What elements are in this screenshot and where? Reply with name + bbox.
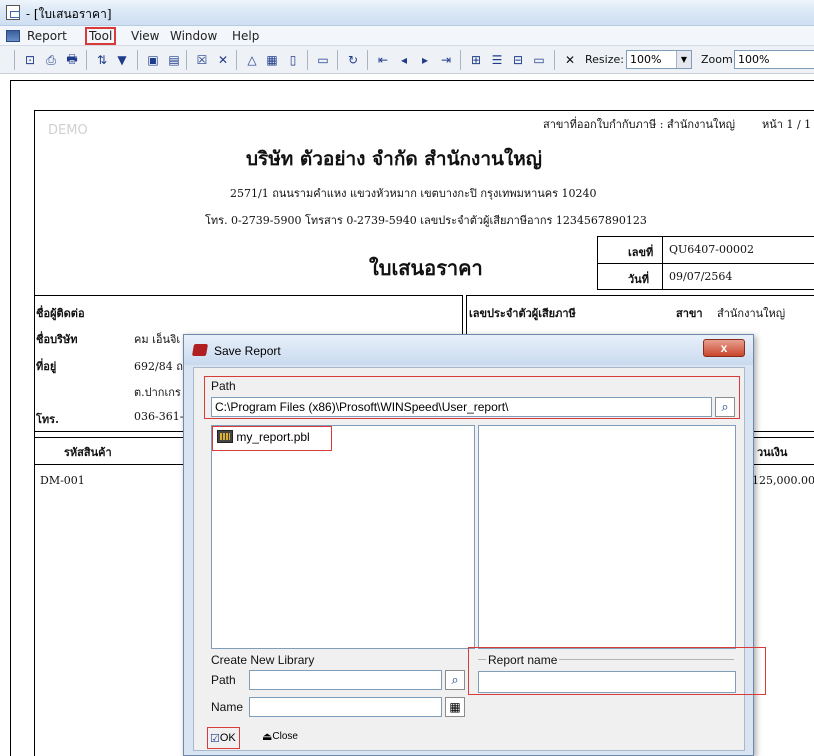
ok-button[interactable]: ☑ OK [207, 727, 240, 749]
date-label: วันที่ [628, 273, 649, 286]
two-pages-icon[interactable]: ⊟ [508, 50, 528, 70]
report-app-icon [6, 5, 20, 20]
menu-window[interactable]: Window [167, 28, 220, 44]
menu-view[interactable]: View [128, 28, 162, 44]
close-door-icon: ⏏ [262, 731, 273, 743]
chevron-down-icon[interactable]: ▼ [676, 51, 691, 68]
create-name-label: Name [211, 700, 244, 714]
layout-icon[interactable]: ⊞ [466, 50, 486, 70]
single-page-icon[interactable]: ▭ [529, 50, 549, 70]
library-list[interactable]: my_report.pbl [211, 425, 475, 649]
toolbar: ⊡ ⎙ 🖶 ⇅ ▼ ▣ ▤ ☒ ✕ △ ▦ ▯ ▭ ↻ ⇤ ◂ ▸ ⇥ ⊞ ☰ … [0, 46, 814, 74]
last-page-icon[interactable]: ⇥ [436, 50, 456, 70]
doc-title: ใบเสนอราคา [369, 256, 483, 280]
zoom-select[interactable]: 100% [734, 50, 814, 69]
create-path-label: Path [211, 673, 236, 687]
page-number: หน้า 1 / 1 [762, 118, 812, 131]
branch-header: สาขาที่ออกใบกำกับภาษี : สำนักงานใหญ่ [543, 118, 736, 131]
close-button[interactable]: ⏏ Close [262, 730, 298, 743]
row-amount: 125,000.00 [752, 474, 814, 487]
zoom-page-icon[interactable]: ⊡ [20, 50, 40, 70]
create-name-input[interactable] [249, 697, 442, 717]
row-code: DM-001 [40, 474, 85, 487]
customer-tel: 036-361- [134, 410, 184, 423]
customer-company-label: ชื่อบริษัท [36, 333, 78, 346]
col-code-header: รหัสสินค้า [64, 446, 112, 459]
report-save-icon [191, 344, 209, 356]
menu-help[interactable]: Help [229, 28, 262, 44]
dialog-titlebar[interactable]: Save Report x [184, 335, 753, 365]
menu-tool[interactable]: Tool [85, 27, 117, 45]
customer-tel-label: โทร. [36, 413, 59, 426]
branch-value: สำนักงานใหญ่ [717, 307, 786, 320]
window-titlebar: - [ใบเสนอราคา] [0, 0, 814, 26]
rows-icon[interactable]: ☰ [487, 50, 507, 70]
next-page-icon[interactable]: ▸ [415, 50, 435, 70]
close-preview-icon[interactable]: ✕ [560, 50, 580, 70]
dialog-title: Save Report [214, 344, 281, 358]
search-icon: ⌕ [451, 672, 459, 688]
doc-no: QU6407-00002 [669, 243, 754, 256]
filter-icon[interactable]: ▼ [112, 50, 132, 70]
column-icon[interactable]: ▯ [283, 50, 303, 70]
window-title: - [ใบเสนอราคา] [26, 7, 112, 21]
company-address: 2571/1 ถนนรามคำแหง แขวงหัวหมาก เขตบางกะป… [230, 187, 597, 200]
menu-report[interactable]: Report [24, 28, 70, 44]
open-report-icon[interactable]: ▤ [164, 50, 184, 70]
grid-icon[interactable]: ▦ [262, 50, 282, 70]
document-menu-icon[interactable] [6, 30, 20, 42]
excel-export-icon[interactable]: ✕ [213, 50, 233, 70]
contact-label: ชื่อผู้ติดต่อ [36, 307, 85, 320]
customer-address-2: ต.ปากเกร [134, 386, 181, 399]
doc-no-label: เลขที่ [628, 246, 654, 259]
resize-select[interactable]: 100% ▼ [626, 50, 692, 69]
resize-label: Resize: [585, 53, 624, 66]
new-library-icon: ▦ [449, 700, 461, 714]
report-list[interactable] [478, 425, 736, 649]
doc-date: 09/07/2564 [669, 270, 733, 283]
create-library-group-label: Create New Library [211, 653, 315, 667]
branch-label: สาขา [676, 307, 703, 320]
customer-address-1: 692/84 ถ. [134, 360, 187, 373]
sort-icon[interactable]: ⇅ [92, 50, 112, 70]
excel-icon[interactable]: ☒ [192, 50, 212, 70]
design-icon[interactable]: △ [242, 50, 262, 70]
col-amount-header: วนเงิน [757, 446, 788, 459]
watermark: DEMO [48, 123, 88, 138]
export-icon[interactable]: ⎙ [41, 50, 61, 70]
save-report-icon[interactable]: ▣ [143, 50, 163, 70]
create-library-button[interactable]: ▦ [445, 697, 465, 717]
create-path-browse-button[interactable]: ⌕ [445, 670, 465, 690]
menu-bar: Report Tool View Window Help [0, 26, 814, 46]
taxid-label: เลขประจำตัวผู้เสียภาษี [469, 307, 576, 320]
refresh-icon[interactable]: ↻ [343, 50, 363, 70]
print-icon[interactable]: 🖶 [62, 50, 82, 70]
dialog-close-button[interactable]: x [703, 339, 745, 357]
create-path-input[interactable] [249, 670, 442, 690]
company-phone: โทร. 0-2739-5900 โทรสาร 0-2739-5940 เลขป… [205, 214, 647, 227]
customer-company: คม เอ็นจิเ [134, 333, 181, 346]
dialog-body: Path C:\Program Files (x86)\Prosoft\WINS… [193, 367, 766, 751]
prev-page-icon[interactable]: ◂ [394, 50, 414, 70]
customer-address-label: ที่อยู่ [36, 360, 57, 373]
first-page-icon[interactable]: ⇤ [373, 50, 393, 70]
ok-check-icon: ☑ [210, 732, 220, 745]
page-setup-icon[interactable]: ▭ [313, 50, 333, 70]
company-name: บริษัท ตัวอย่าง จำกัด สำนักงานใหญ่ [246, 148, 542, 170]
save-report-dialog: Save Report x Path C:\Program Files (x86… [183, 334, 766, 756]
zoom-label: Zoom: [701, 53, 737, 66]
